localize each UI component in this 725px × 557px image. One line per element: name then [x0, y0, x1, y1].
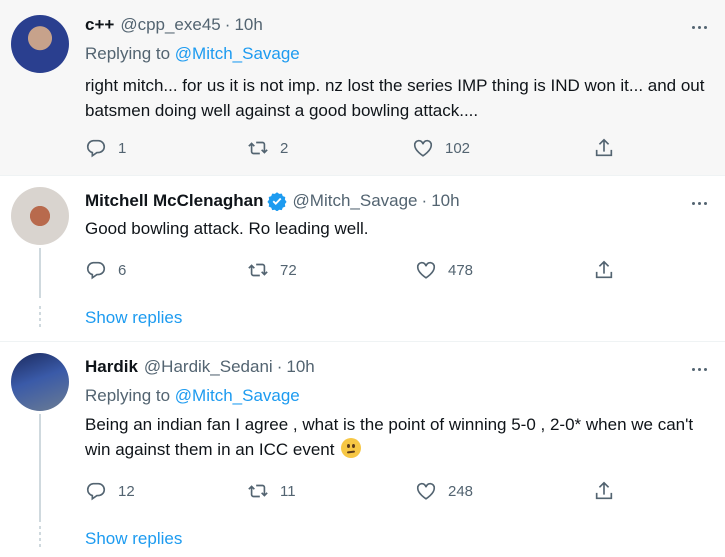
tweet-text-body: Being an indian fan I agree , what is th… — [85, 415, 694, 459]
show-replies-link[interactable]: Show replies — [85, 529, 182, 549]
retweet-icon — [248, 484, 268, 498]
more-options-icon[interactable] — [687, 17, 711, 37]
retweet-button[interactable]: 11 — [247, 478, 296, 504]
tweet-header: c++ @cpp_exe45 · 10h — [85, 15, 263, 35]
retweet-count: 72 — [280, 261, 297, 279]
tweet-actions: 12 11 248 — [85, 478, 620, 504]
reply-button[interactable]: 6 — [85, 257, 126, 283]
like-button[interactable]: 248 — [415, 478, 473, 504]
separator: · — [224, 15, 231, 34]
display-name[interactable]: c++ — [85, 15, 114, 35]
avatar[interactable] — [11, 15, 69, 73]
tweet-mitch-savage[interactable]: Mitchell McClenaghan @Mitch_Savage · 10h… — [0, 176, 725, 342]
share-icon — [595, 481, 613, 500]
tweet-actions: 6 72 478 — [85, 257, 620, 283]
timestamp[interactable]: 10h — [286, 357, 314, 377]
like-count: 102 — [445, 139, 471, 157]
reply-button[interactable]: 1 — [85, 135, 126, 161]
retweet-icon — [248, 141, 268, 155]
tweet-text: Good bowling attack. Ro leading well. — [85, 219, 369, 238]
like-count: 248 — [448, 482, 474, 500]
reply-count: 1 — [118, 139, 127, 157]
replying-to: Replying to @Mitch_Savage — [85, 386, 300, 406]
reply-count: 6 — [118, 261, 127, 279]
user-handle[interactable]: @cpp_exe45 — [120, 15, 220, 35]
tweet-text: right mitch... for us it is not imp. nz … — [85, 76, 705, 120]
mention-link[interactable]: @Mitch_Savage — [175, 44, 300, 63]
like-button[interactable]: 102 — [412, 135, 470, 161]
reply-count: 12 — [118, 482, 135, 500]
avatar[interactable] — [11, 353, 69, 411]
retweet-count: 2 — [280, 139, 289, 157]
display-name[interactable]: Hardik — [85, 357, 138, 377]
share-button[interactable] — [593, 257, 615, 283]
replying-to-label: Replying to — [85, 44, 175, 63]
retweet-icon — [248, 263, 268, 277]
share-button[interactable] — [593, 478, 615, 504]
reply-icon — [86, 482, 106, 501]
tweet-actions: 1 2 102 — [85, 135, 620, 161]
display-name[interactable]: Mitchell McClenaghan — [85, 191, 264, 211]
user-handle[interactable]: @Hardik_Sedani — [144, 357, 273, 377]
heart-icon — [416, 261, 436, 279]
tweet-header: Hardik @Hardik_Sedani · 10h — [85, 357, 315, 377]
reply-icon — [86, 139, 106, 158]
separator: · — [421, 191, 428, 210]
more-options-icon[interactable] — [687, 359, 711, 379]
mention-link[interactable]: @Mitch_Savage — [175, 386, 300, 405]
replying-to: Replying to @Mitch_Savage — [85, 44, 300, 64]
share-icon — [595, 260, 613, 279]
heart-icon — [416, 482, 436, 500]
thread-line — [39, 414, 41, 522]
user-handle[interactable]: @Mitch_Savage — [293, 191, 418, 211]
thread-gap-dots — [39, 526, 41, 550]
tweet-cpp-exe45[interactable]: c++ @cpp_exe45 · 10h Replying to @Mitch_… — [0, 0, 725, 175]
tweet-text: Being an indian fan I agree , what is th… — [85, 412, 717, 462]
like-count: 478 — [448, 261, 474, 279]
confused-face-icon — [341, 438, 362, 458]
tweet-header: Mitchell McClenaghan @Mitch_Savage · 10h — [85, 191, 460, 211]
avatar[interactable] — [11, 187, 69, 245]
like-button[interactable]: 478 — [415, 257, 473, 283]
heart-icon — [413, 139, 433, 157]
tweet-hardik-sedani[interactable]: Hardik @Hardik_Sedani · 10h Replying to … — [0, 342, 725, 557]
share-button[interactable] — [593, 135, 615, 161]
thread-line — [39, 248, 41, 298]
show-replies-link[interactable]: Show replies — [85, 308, 182, 328]
timestamp[interactable]: 10h — [431, 191, 459, 211]
timestamp[interactable]: 10h — [234, 15, 262, 35]
separator: · — [276, 357, 283, 376]
more-options-icon[interactable] — [687, 193, 711, 213]
retweet-button[interactable]: 2 — [247, 135, 288, 161]
reply-icon — [86, 261, 106, 280]
reply-button[interactable]: 12 — [85, 478, 135, 504]
thread-gap-dots — [39, 306, 41, 330]
verified-badge-icon — [266, 192, 287, 211]
share-icon — [595, 138, 613, 157]
retweet-count: 11 — [280, 482, 296, 500]
retweet-button[interactable]: 72 — [247, 257, 297, 283]
replying-to-label: Replying to — [85, 386, 175, 405]
